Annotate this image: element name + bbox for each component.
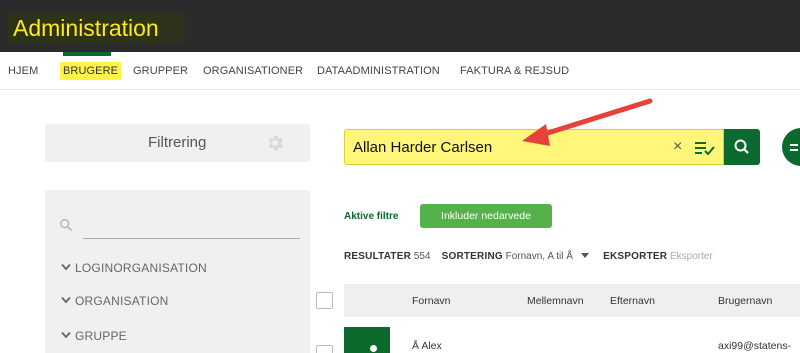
sort-value: Fornavn, A til Å	[505, 251, 573, 262]
search-button[interactable]	[724, 129, 760, 165]
results-label: RESULTATER	[344, 251, 411, 262]
filter-group-label: ORGANISATION	[75, 294, 169, 308]
nav-item-faktura-rejsud[interactable]: FAKTURA & REJSUD	[460, 62, 569, 80]
filter-panel: LOGINORGANISATION ORGANISATION GRUPPE	[45, 190, 310, 353]
include-inherited-pill[interactable]: Inkluder nedarvede	[420, 204, 552, 228]
row-checkbox[interactable]	[316, 345, 333, 353]
chevron-down-icon	[61, 263, 71, 271]
filter-group-gruppe[interactable]: GRUPPE	[61, 329, 127, 343]
select-all-checkbox[interactable]	[316, 292, 333, 309]
nav-item-dataadministration[interactable]: DATAADMINISTRATION	[317, 62, 440, 80]
app-title: Administration	[8, 13, 185, 43]
sort-label: SORTERING	[441, 251, 503, 262]
admin-page: Administration HJEM BRUGERE GRUPPER ORGA…	[0, 0, 800, 353]
table-header: Fornavn Mellemnavn Efternavn Brugernavn	[344, 284, 800, 317]
export-dropdown[interactable]: Eksporter	[670, 251, 713, 262]
cell-brugernavn: axi99@statens-	[718, 340, 792, 352]
filter-group-loginorganisation[interactable]: LOGINORGANISATION	[61, 261, 207, 275]
active-filters-label: Aktive filtre	[344, 211, 399, 222]
search-icon	[734, 139, 749, 154]
add-user-button[interactable]	[782, 128, 800, 166]
list-check-icon[interactable]	[695, 140, 715, 156]
filter-header[interactable]: Filtrering	[45, 124, 310, 162]
filter-search-input[interactable]	[83, 238, 300, 239]
nav-item-hjem[interactable]: HJEM	[8, 62, 38, 80]
results-bar: RESULTATER 554 SORTERING Fornavn, A til …	[344, 251, 713, 262]
column-header-efternavn[interactable]: Efternavn	[610, 295, 655, 307]
avatar	[344, 327, 390, 353]
menu-icon	[790, 144, 798, 151]
filter-group-label: GRUPPE	[75, 329, 127, 343]
column-header-mellemnavn[interactable]: Mellemnavn	[527, 295, 584, 307]
top-bar: Administration	[0, 0, 800, 52]
avatar-icon	[370, 345, 377, 352]
filter-group-organisation[interactable]: ORGANISATION	[61, 294, 169, 308]
sort-dropdown[interactable]: Fornavn, A til Å	[506, 251, 590, 262]
chevron-down-icon	[61, 331, 71, 339]
column-header-fornavn[interactable]: Fornavn	[412, 295, 451, 307]
search-icon	[60, 219, 73, 232]
nav-active-indicator	[63, 52, 111, 56]
filter-group-label: LOGINORGANISATION	[75, 261, 207, 275]
results-count: 554	[413, 251, 431, 262]
column-header-brugernavn[interactable]: Brugernavn	[718, 295, 772, 307]
nav-item-grupper[interactable]: GRUPPER	[133, 62, 188, 80]
nav-item-brugere[interactable]: BRUGERE	[60, 62, 122, 80]
chevron-down-icon	[61, 296, 71, 304]
export-label: EKSPORTER	[603, 251, 668, 262]
cell-fornavn[interactable]: Å Alex	[412, 340, 442, 352]
filter-label: Filtrering	[148, 134, 207, 151]
annotation-arrow	[522, 98, 653, 146]
gear-icon[interactable]	[265, 133, 285, 153]
caret-down-icon	[581, 253, 590, 258]
nav-item-organisationer[interactable]: ORGANISATIONER	[203, 62, 303, 80]
